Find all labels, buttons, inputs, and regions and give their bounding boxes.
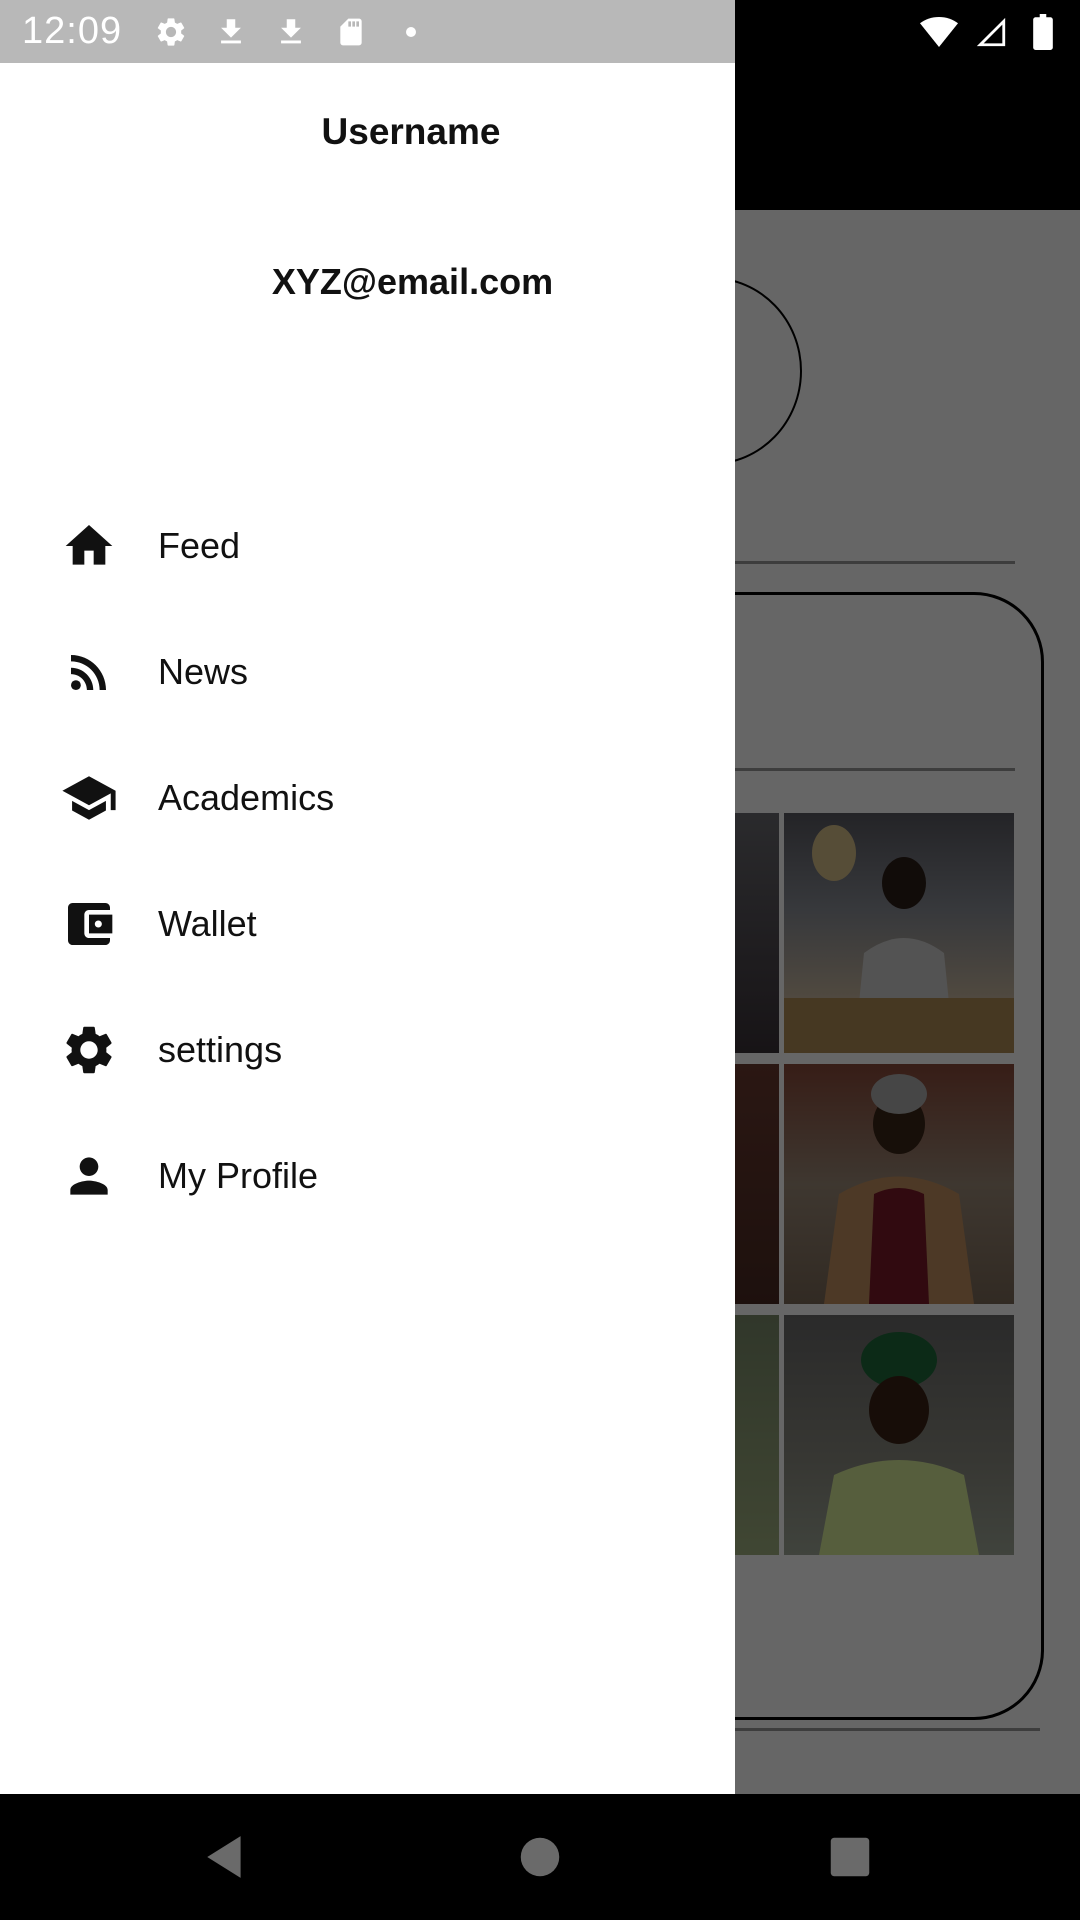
status-time: 12:09 bbox=[22, 10, 123, 52]
person-icon bbox=[60, 1147, 118, 1205]
recents-icon[interactable] bbox=[820, 1827, 880, 1887]
menu-item-label: Wallet bbox=[158, 903, 257, 944]
menu-item-settings[interactable]: settings bbox=[0, 987, 735, 1113]
system-nav-bar bbox=[0, 1794, 1080, 1920]
menu-item-wallet[interactable]: Wallet bbox=[0, 861, 735, 987]
sd-card-icon bbox=[332, 13, 370, 51]
battery-icon bbox=[1024, 13, 1062, 51]
drawer-menu: Feed News Academics Wallet settings My P… bbox=[0, 483, 735, 1239]
menu-item-label: Academics bbox=[158, 777, 335, 818]
menu-item-feed[interactable]: Feed bbox=[0, 483, 735, 609]
drawer-header: Username XYZ@email.com bbox=[0, 63, 735, 443]
menu-item-label: My Profile bbox=[158, 1155, 319, 1196]
menu-item-label: Feed bbox=[158, 525, 241, 566]
gear-icon bbox=[60, 1021, 118, 1079]
dot-icon bbox=[392, 13, 430, 51]
wifi-icon bbox=[920, 13, 958, 51]
rss-icon bbox=[60, 643, 118, 701]
navigation-drawer: Username XYZ@email.com Feed News Academi… bbox=[0, 63, 735, 1794]
school-icon bbox=[60, 769, 118, 827]
menu-item-academics[interactable]: Academics bbox=[0, 735, 735, 861]
download-icon bbox=[212, 13, 250, 51]
signal-icon bbox=[972, 13, 1010, 51]
menu-item-label: settings bbox=[158, 1029, 283, 1070]
drawer-email: XYZ@email.com bbox=[271, 261, 554, 302]
status-bar-left: 12:09 bbox=[0, 0, 735, 63]
status-bar: 12:09 bbox=[0, 0, 1080, 63]
home-circle-icon[interactable] bbox=[510, 1827, 570, 1887]
drawer-username: Username bbox=[321, 111, 501, 152]
home-icon bbox=[60, 517, 118, 575]
gear-icon bbox=[152, 13, 190, 51]
wallet-icon bbox=[60, 895, 118, 953]
menu-item-news[interactable]: News bbox=[0, 609, 735, 735]
menu-item-my-profile[interactable]: My Profile bbox=[0, 1113, 735, 1239]
status-bar-right bbox=[920, 0, 1062, 63]
back-icon[interactable] bbox=[196, 1827, 256, 1887]
menu-item-label: News bbox=[158, 651, 249, 692]
download-icon bbox=[272, 13, 310, 51]
